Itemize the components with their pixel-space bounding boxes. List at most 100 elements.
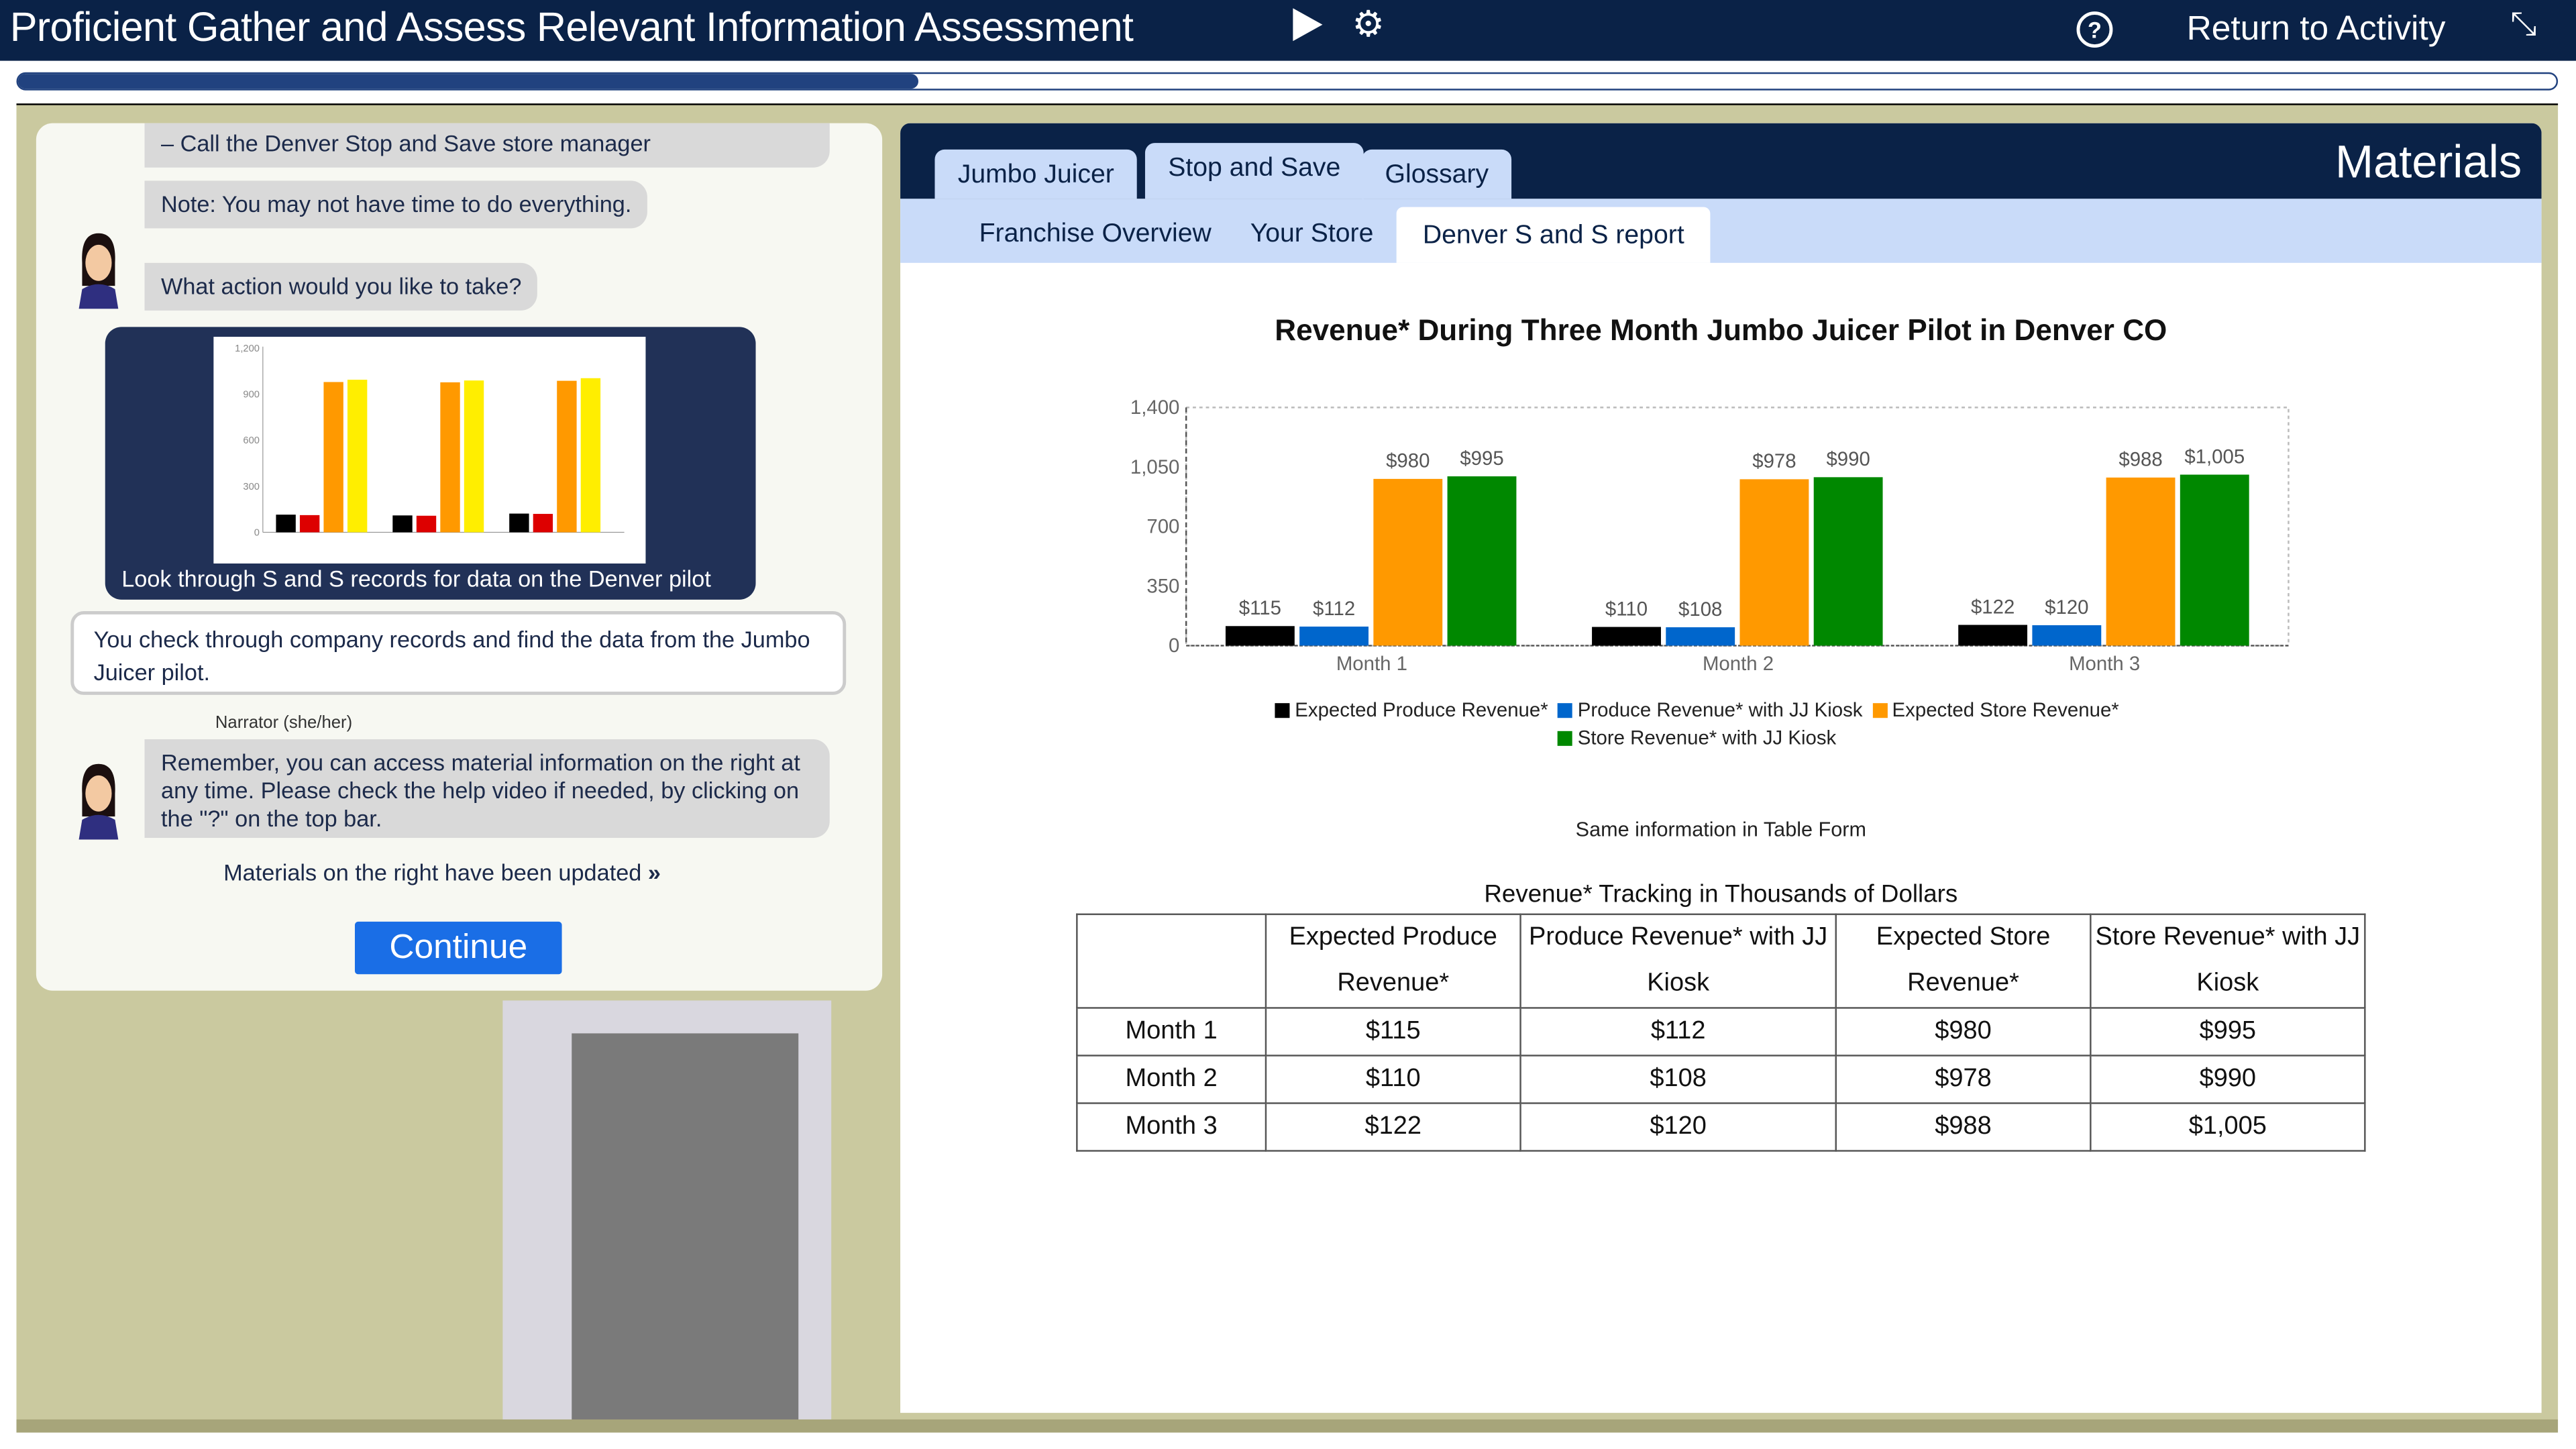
bar bbox=[1739, 479, 1809, 646]
materials-header: Jumbo Juicer Stop and Save Glossary Mate… bbox=[900, 123, 2542, 199]
bar bbox=[1592, 627, 1661, 646]
subtab-your-store[interactable]: Your Store bbox=[1224, 199, 1400, 263]
floor bbox=[16, 1419, 2559, 1433]
revenue-table: Expected Produce Revenue* Produce Revenue… bbox=[1076, 913, 2366, 1152]
play-icon[interactable] bbox=[1293, 8, 1323, 42]
y-tick-label: 1,050 bbox=[1130, 456, 1180, 478]
image-option-caption: Look through S and S records for data on… bbox=[121, 565, 711, 592]
compress-icon[interactable]: ⤡ bbox=[2510, 7, 2536, 44]
continue-button[interactable]: Continue bbox=[354, 921, 562, 975]
app: Proficient Gather and Assess Relevant In… bbox=[0, 0, 2576, 1449]
thumb-bar bbox=[533, 514, 553, 533]
door bbox=[572, 1033, 799, 1433]
legend-item: Produce Revenue* with JJ Kiosk bbox=[1558, 696, 1862, 724]
data-label: $115 bbox=[1239, 597, 1281, 619]
y-tick-label: 1,400 bbox=[1130, 396, 1180, 419]
column-header: Expected Store Revenue* bbox=[1835, 913, 2092, 1009]
progress-fill bbox=[17, 74, 920, 89]
column-header bbox=[1076, 913, 1267, 1009]
table-cell: $112 bbox=[1519, 1007, 1837, 1057]
materials-updated-notice[interactable]: Materials on the right have been updated… bbox=[223, 859, 661, 885]
return-to-activity-button[interactable]: Return to Activity bbox=[2187, 10, 2446, 50]
chart-title: Revenue* During Three Month Jumbo Juicer… bbox=[1275, 313, 2167, 347]
tab-glossary[interactable]: Glossary bbox=[1362, 149, 1512, 199]
thumb-bar bbox=[464, 380, 484, 533]
y-tick-label: 700 bbox=[1146, 516, 1179, 538]
thumb-bar bbox=[299, 515, 320, 533]
chat-panel: – Call the Denver Stop and Save store ma… bbox=[36, 123, 883, 991]
materials-panel: Jumbo Juicer Stop and Save Glossary Mate… bbox=[900, 123, 2542, 1413]
data-label: $988 bbox=[2118, 449, 2162, 471]
legend-swatch bbox=[1558, 731, 1573, 746]
narrator-message: Remember, you can access material inform… bbox=[144, 739, 830, 838]
table-header-row: Expected Produce Revenue* Produce Revenue… bbox=[1076, 913, 2366, 1009]
data-label: $995 bbox=[1460, 447, 1503, 470]
bar bbox=[2180, 474, 2249, 646]
progress-bar bbox=[16, 72, 2559, 91]
thumb-tick-label: 1,200 bbox=[235, 343, 260, 354]
thumb-bar bbox=[557, 380, 577, 533]
narrator-label: Narrator (she/her) bbox=[215, 712, 353, 733]
table-row: Month 1 $115 $112 $980 $995 bbox=[1076, 1007, 2366, 1057]
x-tick-label: Month 1 bbox=[1336, 653, 1407, 675]
table-form-label: Same information in Table Form bbox=[1575, 818, 1866, 841]
double-chevron-right-icon: » bbox=[647, 859, 661, 886]
x-tick-label: Month 3 bbox=[2069, 653, 2140, 675]
legend-label: Store Revenue* with JJ Kiosk bbox=[1577, 726, 1837, 749]
thumb-bar bbox=[323, 382, 343, 533]
table-cell: $120 bbox=[1519, 1102, 1837, 1152]
legend-item: Expected Store Revenue* bbox=[1872, 696, 2119, 724]
table-cell: Month 3 bbox=[1076, 1102, 1267, 1152]
data-label: $980 bbox=[1386, 450, 1430, 472]
table-row: Month 3 $122 $120 $988 $1,005 bbox=[1076, 1102, 2366, 1152]
user-reply: You check through company records and fi… bbox=[70, 611, 847, 695]
data-label: $110 bbox=[1605, 598, 1648, 620]
table-cell: $108 bbox=[1519, 1055, 1837, 1104]
tab-jumbo-juicer[interactable]: Jumbo Juicer bbox=[934, 149, 1138, 199]
legend-swatch bbox=[1275, 703, 1290, 718]
updated-text: Materials on the right have been updated bbox=[223, 859, 642, 886]
image-option-card[interactable]: 1,200 900 600 300 0 Look through S and S rec… bbox=[105, 327, 756, 600]
table-cell: $980 bbox=[1835, 1007, 2092, 1057]
table-caption: Revenue* Tracking in Thousands of Dollar… bbox=[1484, 880, 1958, 909]
narrator-avatar bbox=[78, 233, 119, 309]
thumb-bar bbox=[392, 515, 413, 533]
chat-message: – Call the Denver Stop and Save store ma… bbox=[144, 123, 830, 168]
x-tick-label: Month 2 bbox=[1703, 653, 1774, 675]
table-row: Month 2 $110 $108 $978 $990 bbox=[1076, 1055, 2366, 1104]
column-header: Store Revenue* with JJ Kiosk bbox=[2090, 913, 2366, 1009]
column-header: Expected Produce Revenue* bbox=[1265, 913, 1521, 1009]
narrator-avatar bbox=[78, 763, 119, 840]
bar bbox=[2106, 477, 2176, 646]
subtab-denver-report[interactable]: Denver S and S report bbox=[1396, 207, 1711, 263]
thumb-bar bbox=[347, 380, 368, 533]
table-cell: $1,005 bbox=[2090, 1102, 2366, 1152]
bar bbox=[1447, 476, 1517, 646]
bar bbox=[1299, 627, 1369, 646]
thumb-tick-label: 0 bbox=[254, 527, 260, 538]
thumb-bar bbox=[509, 513, 529, 533]
thumb-tick-label: 300 bbox=[243, 482, 260, 492]
subtab-franchise-overview[interactable]: Franchise Overview bbox=[953, 199, 1238, 263]
thumbnail-chart: 1,200 900 600 300 0 bbox=[213, 337, 646, 564]
help-icon[interactable]: ? bbox=[2076, 11, 2113, 48]
chart-legend: Expected Produce Revenue* Produce Revenue… bbox=[1212, 696, 2182, 752]
chat-message: Note: You may not have time to do everyt… bbox=[144, 180, 648, 229]
legend-label: Expected Store Revenue* bbox=[1892, 698, 2119, 722]
legend-swatch bbox=[1872, 703, 1888, 718]
materials-title: Materials bbox=[2335, 136, 2522, 188]
legend-item: Store Revenue* with JJ Kiosk bbox=[1558, 724, 1836, 753]
table-cell: Month 2 bbox=[1076, 1055, 1267, 1104]
data-label: $108 bbox=[1678, 598, 1722, 621]
column-header: Produce Revenue* with JJ Kiosk bbox=[1519, 913, 1837, 1009]
bar bbox=[1225, 626, 1295, 646]
tab-stop-and-save[interactable]: Stop and Save bbox=[1144, 143, 1364, 199]
table-cell: $978 bbox=[1835, 1055, 2092, 1104]
y-tick-label: 350 bbox=[1146, 575, 1179, 597]
thumb-bar bbox=[276, 515, 296, 533]
bar bbox=[1958, 625, 2028, 646]
legend-item: Expected Produce Revenue* bbox=[1275, 696, 1548, 724]
gear-icon[interactable]: ⚙ bbox=[1352, 3, 1385, 46]
thumb-bar bbox=[580, 378, 601, 533]
data-label: $112 bbox=[1313, 598, 1355, 620]
